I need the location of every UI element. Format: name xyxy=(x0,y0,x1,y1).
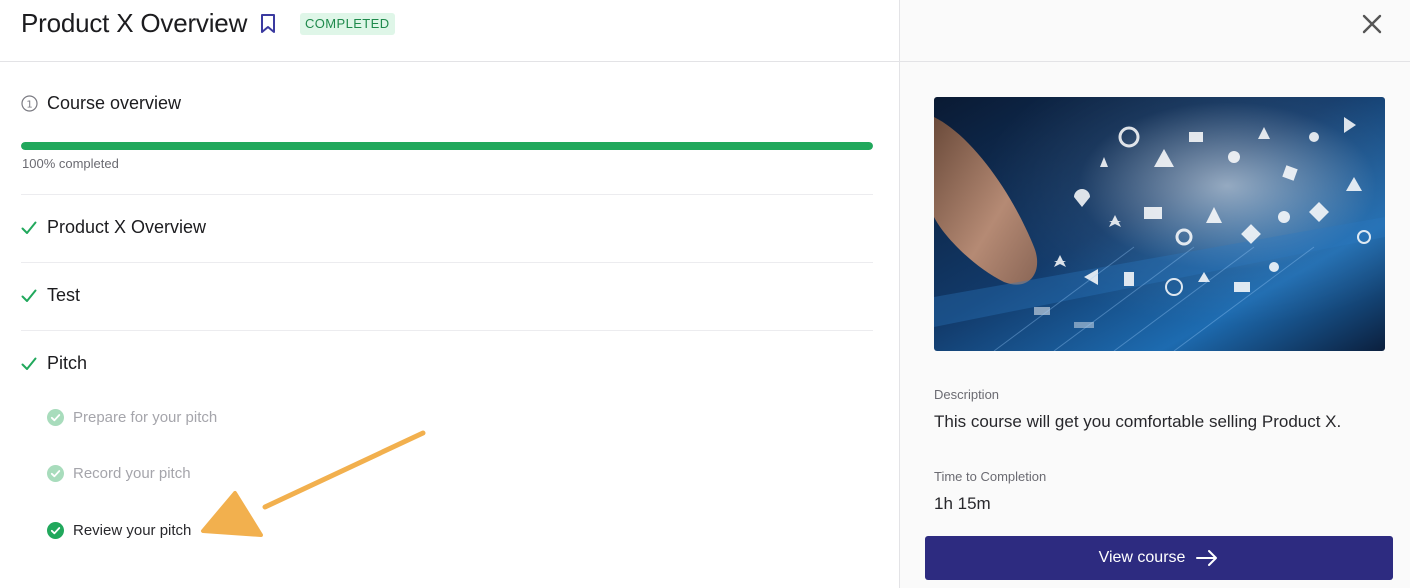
check-circle-icon xyxy=(47,465,64,482)
divider xyxy=(21,330,873,331)
pitch-step-review[interactable]: Review your pitch xyxy=(47,522,191,539)
progress-bar xyxy=(21,142,873,150)
course-modal: Product X Overview COMPLETED 1 Course ov… xyxy=(0,0,1410,588)
annotation-arrow-icon xyxy=(201,430,426,537)
check-icon xyxy=(21,357,37,370)
section-label: Product X Overview xyxy=(47,217,207,237)
pitch-step-label: Prepare for your pitch xyxy=(73,409,218,426)
page-title: Product X Overview xyxy=(21,8,248,38)
divider xyxy=(21,194,873,195)
bookmark-icon[interactable] xyxy=(259,13,277,35)
description-text: This course will get you comfortable sel… xyxy=(934,412,1342,431)
time-to-completion-label: Time to Completion xyxy=(934,469,1047,484)
panel-header xyxy=(900,0,1410,62)
description-label: Description xyxy=(934,387,1000,402)
pitch-step-label: Review your pitch xyxy=(73,522,192,539)
course-thumbnail xyxy=(934,97,1385,351)
view-course-label: View course xyxy=(1098,549,1186,566)
check-icon xyxy=(21,289,37,302)
view-course-button[interactable]: View course xyxy=(925,536,1393,580)
section-product-x-overview[interactable]: Product X Overview xyxy=(21,217,206,238)
check-icon xyxy=(21,221,37,234)
arrow-right-icon xyxy=(1196,550,1218,566)
close-icon[interactable] xyxy=(1360,12,1384,36)
info-icon: 1 xyxy=(21,95,38,112)
status-badge: COMPLETED xyxy=(300,13,395,35)
section-label: Test xyxy=(47,285,81,305)
time-to-completion-value: 1h 15m xyxy=(934,494,991,513)
check-circle-icon xyxy=(47,522,64,539)
check-circle-icon xyxy=(47,409,64,426)
course-overview-header: 1 Course overview xyxy=(21,93,181,114)
course-details-panel: Description This course will get you com… xyxy=(899,0,1410,588)
divider xyxy=(21,262,873,263)
course-overview-label: Course overview xyxy=(47,93,182,113)
section-pitch[interactable]: Pitch xyxy=(21,353,87,374)
progress-text: 100% completed xyxy=(22,156,119,171)
section-test[interactable]: Test xyxy=(21,285,80,306)
pitch-step-label: Record your pitch xyxy=(73,465,191,482)
section-label: Pitch xyxy=(47,353,88,373)
pitch-step-prepare[interactable]: Prepare for your pitch xyxy=(47,409,217,426)
modal-header: Product X Overview COMPLETED xyxy=(0,0,899,62)
svg-text:1: 1 xyxy=(26,100,32,111)
progress-fill xyxy=(21,142,873,150)
pitch-step-record[interactable]: Record your pitch xyxy=(47,465,191,482)
